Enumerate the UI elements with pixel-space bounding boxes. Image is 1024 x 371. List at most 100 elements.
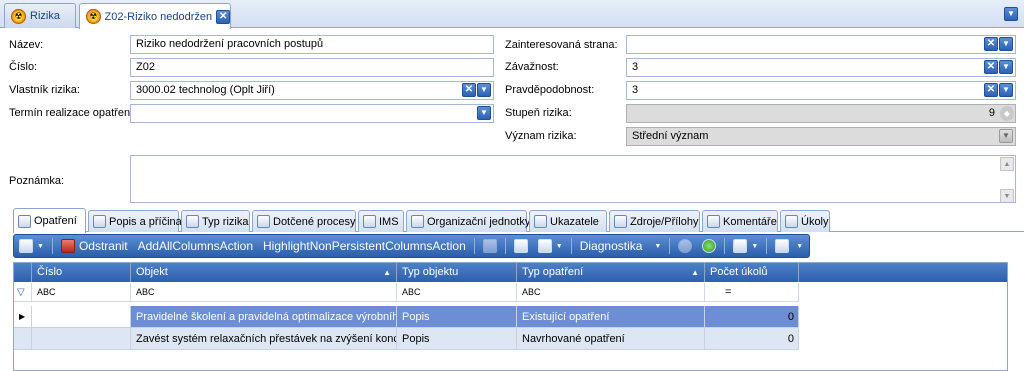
nazev-field[interactable]: Riziko nedodržení pracovních postupů (130, 35, 494, 54)
scroll-down-icon[interactable]: ▼ (1000, 189, 1014, 202)
poznamka-textarea[interactable]: ▲ ▼ (130, 155, 1016, 203)
cell-pocet-ukolu[interactable]: 0 (705, 306, 799, 328)
save-button[interactable]: ▼ (728, 235, 763, 257)
hazard-icon: ☢ (11, 8, 26, 24)
doc-tab-label: Rizika (30, 10, 60, 22)
chevron-down-icon: ▼ (796, 242, 804, 250)
cell-typ-objektu[interactable]: Popis (397, 306, 517, 328)
arrow-up-icon (678, 239, 693, 253)
zavaznost-combo[interactable]: 3 ✕ ▼ (626, 58, 1016, 77)
stupen-field: 9 ◆ (626, 104, 1016, 123)
tab-label: IMS (379, 215, 399, 228)
tab-typ-rizika[interactable]: Typ rizika (181, 210, 250, 232)
tab-opatreni[interactable]: Opatření (13, 208, 86, 233)
clear-icon[interactable]: ✕ (984, 83, 998, 97)
chevron-down-icon[interactable]: ▼ (477, 83, 491, 97)
tab-list-dropdown-icon[interactable]: ▼ (1004, 7, 1018, 21)
diagnostics-label: Diagnostika (579, 239, 643, 253)
table-row[interactable]: Zavést systém relaxačních přestávek na z… (14, 328, 1007, 350)
move-down-button[interactable] (697, 235, 721, 257)
termin-date-field[interactable]: ▼ (130, 104, 494, 123)
export-button[interactable] (509, 235, 533, 257)
vlastnik-combo[interactable]: 3000.02 technolog (Oplt Jiří) ✕ ▼ (130, 81, 494, 100)
doc-tab-riziko-detail[interactable]: ☢ Z02-Riziko nedodržení p ✕ (79, 3, 231, 29)
toolbar-separator (724, 238, 726, 254)
chevron-down-icon[interactable]: ▼ (999, 60, 1013, 74)
table-row[interactable]: ▶ Pravidelné školení a pravidelná optima… (14, 306, 1007, 328)
toolbar-separator (669, 238, 671, 254)
tab-ukoly[interactable]: Úkoly (780, 210, 830, 232)
filter-typ-objektu[interactable]: ABC (397, 283, 517, 302)
view-button[interactable]: ▼ (533, 235, 568, 257)
tab-ims[interactable]: IMS (358, 210, 404, 232)
sort-asc-icon: ▲ (691, 268, 699, 277)
move-up-button[interactable] (673, 235, 697, 257)
chevron-down-icon[interactable]: ▼ (999, 83, 1013, 97)
tab-popis-a-pricina[interactable]: Popis a příčina (88, 210, 182, 232)
delete-button[interactable]: Odstranit (56, 235, 133, 257)
tab-label: Opatření (34, 215, 77, 227)
highlight-label: HighlightNonPersistentColumnsAction (263, 239, 466, 253)
trash-icon (60, 239, 75, 253)
poznamka-scrollbar[interactable]: ▲ ▼ (1000, 157, 1014, 202)
cell-objekt[interactable]: Zavést systém relaxačních přestávek na z… (131, 328, 397, 350)
cell-cislo[interactable] (32, 306, 131, 328)
zavaznost-value: 3 (632, 61, 639, 73)
toolbar-overflow-button[interactable]: ▼ (794, 235, 805, 257)
close-tab-icon[interactable]: ✕ (216, 9, 230, 24)
column-header-objekt[interactable]: Objekt ▲ (131, 263, 397, 282)
new-document-icon (19, 239, 33, 253)
filter-icon[interactable]: ▽ (14, 283, 32, 302)
tab-ukazatele[interactable]: Ukazatele (529, 210, 607, 232)
filter-objekt[interactable]: ABC (131, 283, 397, 302)
column-header-typ-objektu[interactable]: Typ objektu (397, 263, 517, 282)
sort-asc-icon: ▲ (383, 268, 391, 277)
cell-pocet-ukolu[interactable]: 0 (705, 328, 799, 350)
zainteresovana-combo[interactable]: ✕ ▼ (626, 35, 1016, 54)
grid-icon (363, 215, 376, 228)
export-icon (513, 239, 528, 253)
scroll-up-icon[interactable]: ▲ (1000, 157, 1014, 171)
pencil-icon (93, 215, 106, 228)
clear-icon[interactable]: ✕ (462, 83, 476, 97)
stupen-value: 9 (988, 107, 995, 119)
tab-label: Zdroje/Přílohy (630, 215, 699, 228)
toolbar-separator (570, 238, 572, 254)
chevron-down-icon[interactable]: ▼ (999, 37, 1013, 51)
tab-dotcene-procesy[interactable]: Dotčené procesy (252, 210, 356, 232)
cell-typ-opatreni[interactable]: Existující opatření (517, 306, 705, 328)
filter-pocet-ukolu[interactable]: = (705, 283, 799, 302)
search-button[interactable] (770, 235, 794, 257)
column-header-label: Typ opatření (522, 266, 584, 278)
tab-komentare[interactable]: Komentáře (702, 210, 778, 232)
vlastnik-value: 3000.02 technolog (Oplt Jiří) (136, 84, 275, 96)
column-header-typ-opatreni[interactable]: Typ opatření ▲ (517, 263, 705, 282)
cell-cislo[interactable] (32, 328, 131, 350)
clear-icon[interactable]: ✕ (984, 60, 998, 74)
tab-zdroje-prilohy[interactable]: Zdroje/Přílohy (609, 210, 700, 232)
copy-button[interactable] (478, 235, 502, 257)
opatreni-grid: Číslo Objekt ▲ Typ objektu Typ opatření ▲ … (13, 262, 1008, 371)
filter-cislo[interactable]: ABC (32, 283, 131, 302)
cislo-field[interactable]: Z02 (130, 58, 494, 77)
highlight-columns-button[interactable]: HighlightNonPersistentColumnsAction (258, 235, 471, 257)
chevron-down-icon[interactable]: ▼ (477, 106, 491, 120)
dropdown-arrow-icon: ▼ (37, 242, 44, 250)
cell-typ-opatreni[interactable]: Navrhované opatření (517, 328, 705, 350)
tab-label: Dotčené procesy (273, 215, 356, 228)
column-header-cislo[interactable]: Číslo (32, 263, 131, 282)
tab-organizacni-jednotky[interactable]: Organizační jednotky (406, 210, 530, 232)
cell-typ-objektu[interactable]: Popis (397, 328, 517, 350)
dropdown-arrow-icon: ▼ (654, 242, 662, 250)
filter-typ-opatreni[interactable]: ABC (517, 283, 705, 302)
folder-icon (614, 215, 627, 228)
new-button[interactable]: ▼ (14, 235, 49, 257)
add-all-columns-button[interactable]: AddAllColumnsAction (133, 235, 258, 257)
cell-objekt[interactable]: Pravidelné školení a pravidelná optimali… (131, 306, 397, 328)
clear-icon[interactable]: ✕ (984, 37, 998, 51)
diagnostics-button[interactable]: Diagnostika ▼ (575, 235, 667, 257)
column-header-pocet-ukolu[interactable]: Počet úkolů (705, 263, 799, 282)
doc-tab-rizika[interactable]: ☢ Rizika (4, 3, 76, 28)
tasks-icon (785, 215, 798, 228)
pravdepodobnost-combo[interactable]: 3 ✕ ▼ (626, 81, 1016, 100)
